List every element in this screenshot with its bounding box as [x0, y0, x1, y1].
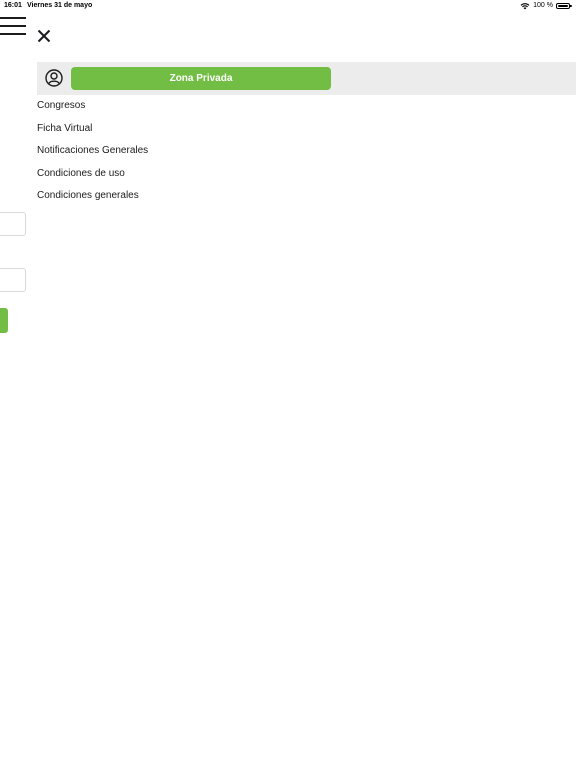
battery-level-fill	[558, 5, 568, 7]
screen: 16:01 Viernes 31 de mayo 100 % Zona Priv…	[0, 0, 576, 768]
battery-full-icon	[556, 3, 572, 9]
status-time: 16:01	[4, 2, 22, 9]
side-drawer-menu: Zona Privada Congresos Ficha Virtual Not…	[37, 12, 576, 768]
battery-percentage: 100 %	[533, 2, 553, 9]
wifi-icon	[520, 2, 530, 10]
private-zone-bar: Zona Privada	[37, 62, 576, 95]
menu-item-condiciones-de-uso[interactable]: Condiciones de uso	[37, 167, 148, 190]
menu-item-condiciones-generales[interactable]: Condiciones generales	[37, 189, 148, 212]
battery-nub	[570, 5, 572, 7]
menu-item-ficha-virtual[interactable]: Ficha Virtual	[37, 122, 148, 145]
status-date: Viernes 31 de mayo	[27, 2, 93, 9]
background-input-field	[0, 212, 26, 236]
status-indicators: 100 %	[520, 0, 572, 12]
hamburger-icon[interactable]	[0, 17, 26, 35]
menu-item-notificaciones-generales[interactable]: Notificaciones Generales	[37, 144, 148, 167]
menu-list: Congresos Ficha Virtual Notificaciones G…	[37, 99, 148, 212]
background-input-field	[0, 268, 26, 292]
status-bar: 16:01 Viernes 31 de mayo 100 %	[0, 0, 576, 12]
private-zone-button[interactable]: Zona Privada	[71, 67, 331, 90]
close-icon[interactable]	[37, 29, 51, 43]
user-circle-icon	[45, 69, 63, 87]
background-submit-button	[0, 308, 8, 333]
menu-item-congresos[interactable]: Congresos	[37, 99, 148, 122]
